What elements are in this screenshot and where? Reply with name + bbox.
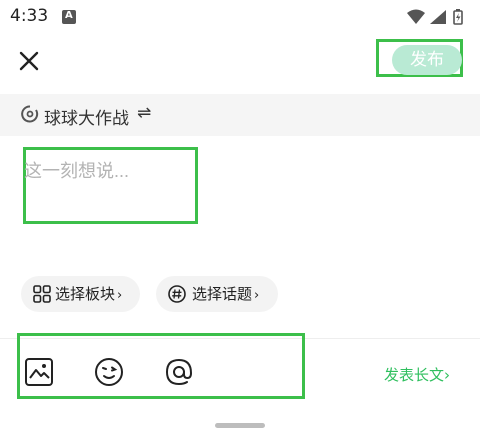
emoji-icon — [95, 358, 123, 386]
toolbar-highlight — [17, 333, 305, 399]
select-topic-button[interactable]: 选择话题 › — [156, 276, 278, 312]
long-post-label: 发表长文 — [384, 366, 445, 384]
chevron-right-icon: › — [444, 366, 451, 384]
signal-icon — [430, 10, 446, 24]
long-post-link[interactable]: 发表长文› — [384, 364, 450, 385]
spinner-icon — [21, 105, 39, 123]
insert-image-button[interactable] — [24, 356, 56, 388]
swap-icon[interactable]: ⇌ — [137, 103, 151, 123]
mention-icon — [165, 358, 193, 386]
chevron-right-icon: › — [254, 288, 260, 303]
game-name[interactable]: 球球大作战 — [44, 104, 129, 129]
notification-icon: A — [62, 10, 76, 24]
text-area-highlight — [23, 147, 198, 224]
insert-emoji-button[interactable] — [93, 356, 125, 388]
publish-button[interactable]: 发布 — [392, 45, 462, 75]
grid-icon — [33, 285, 51, 303]
status-time: 4:33 — [10, 6, 49, 26]
home-indicator[interactable] — [215, 423, 265, 428]
select-topic-label: 选择话题 — [192, 285, 253, 303]
image-icon — [25, 358, 53, 386]
notification-letter: A — [65, 10, 73, 21]
select-block-button[interactable]: 选择板块 › — [21, 276, 140, 312]
system-icons — [406, 8, 468, 30]
close-icon — [19, 51, 39, 71]
close-button[interactable] — [16, 48, 42, 74]
status-bar: 4:33 A — [0, 0, 480, 34]
wifi-icon — [407, 9, 425, 24]
select-block-label: 选择板块 — [55, 285, 116, 303]
post-content-input[interactable] — [24, 161, 192, 182]
hashtag-icon — [168, 285, 186, 303]
mention-button[interactable] — [163, 356, 195, 388]
battery-icon — [453, 9, 463, 25]
chevron-right-icon: › — [117, 288, 123, 303]
